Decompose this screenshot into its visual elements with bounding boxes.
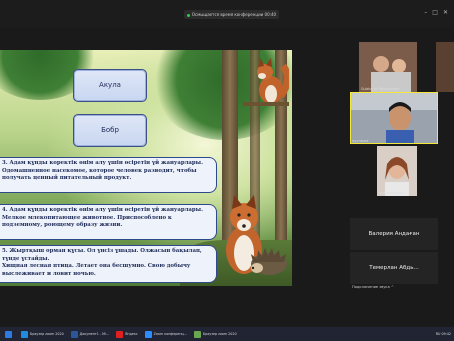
minimize-icon[interactable]: – bbox=[424, 9, 427, 16]
taskbar-item[interactable]: Браузер zoom 2020 bbox=[19, 329, 66, 339]
question-card-4[interactable]: 4. Адам құнды коректік өнім алу үшін өсі… bbox=[0, 204, 217, 240]
participant-gallery: Gulzhanat Raysakhmet мухтаров Ана Kaling… bbox=[344, 34, 454, 294]
participant-video bbox=[359, 42, 417, 92]
window-controls: – □ ✕ bbox=[419, 9, 448, 16]
word-icon bbox=[70, 330, 78, 338]
question-number: 4. bbox=[2, 207, 8, 213]
meeting-status-pill[interactable]: Осмыщается время конференции 00:40 bbox=[184, 10, 279, 19]
taskbar-item-label: Документ1 - Mi... bbox=[79, 332, 110, 336]
recording-label: Осмыщается время конференции 00:40 bbox=[191, 12, 277, 17]
browser-icon bbox=[193, 330, 201, 338]
question-ru: Одомашненное насекомое, которое человек … bbox=[2, 167, 197, 182]
participant-name: Темерлан Абдь... bbox=[369, 265, 419, 271]
question-number: 5. bbox=[2, 248, 8, 254]
audio-connect-label[interactable]: Подключение звука ^ bbox=[352, 285, 394, 289]
participant-tile[interactable]: Ана Kalinginist bbox=[377, 146, 417, 196]
recording-dot-icon bbox=[186, 13, 190, 17]
zoom-meeting-icon bbox=[144, 330, 152, 338]
close-icon[interactable]: ✕ bbox=[443, 9, 448, 16]
shared-slide: Акула Бобр 3. Адам құнды коректік өнім а… bbox=[0, 50, 292, 286]
question-kz: Адам құнды коректік өнім алу үшін өсірет… bbox=[9, 160, 203, 166]
participant-tile-partial[interactable] bbox=[436, 42, 454, 92]
participant-tile[interactable]: Gulzhanat Raysakhmet bbox=[359, 42, 417, 92]
participant-name: Валерия Андаған bbox=[368, 231, 420, 237]
hedgehog-image bbox=[251, 248, 287, 275]
windows-icon bbox=[5, 330, 12, 338]
fox-on-branch-image bbox=[243, 58, 289, 106]
system-tray-clock[interactable]: RU 09:42 bbox=[436, 332, 451, 336]
participant-video bbox=[377, 146, 417, 196]
taskbar-item-label: Браузер zoom 2020 bbox=[30, 332, 64, 336]
question-ru: Хищная лесная птица. Летает она бесшумно… bbox=[2, 263, 191, 277]
answer-card-shark[interactable]: Акула bbox=[73, 69, 147, 102]
yandex-icon bbox=[116, 330, 124, 338]
zoom-top-bar: Осмыщается время конференции 00:40 – □ ✕ bbox=[0, 0, 454, 28]
participant-name: мухтаров bbox=[352, 139, 369, 143]
active-speaker-tile[interactable]: мухтаров bbox=[350, 92, 438, 144]
zoom-icon bbox=[21, 330, 28, 338]
participant-name: Ана Kalinginist bbox=[379, 191, 404, 195]
taskbar-item-label: Яндекс bbox=[125, 332, 138, 336]
start-button[interactable] bbox=[3, 329, 16, 339]
question-ru: Мелкое млекопитающее животное. Приспособ… bbox=[2, 214, 172, 229]
taskbar-item[interactable]: Zoom конференц... bbox=[143, 329, 189, 339]
participant-name: Gulzhanat Raysakhmet bbox=[361, 87, 400, 91]
maximize-icon[interactable]: □ bbox=[432, 9, 438, 16]
participant-tile[interactable]: Валерия Андаған bbox=[350, 218, 438, 250]
answer-card-beaver[interactable]: Бобр bbox=[73, 114, 147, 147]
taskbar-item[interactable]: Браузер zoom 2020 bbox=[192, 329, 239, 339]
taskbar-item[interactable]: Яндекс bbox=[114, 329, 140, 339]
participant-video bbox=[350, 92, 438, 144]
question-kz: Адам құнды коректік өнім алу үшін өсірет… bbox=[9, 207, 203, 213]
windows-taskbar: Браузер zoom 2020 Документ1 - Mi... Янде… bbox=[0, 327, 454, 341]
question-card-3[interactable]: 3. Адам құнды коректік өнім алу үшін өсі… bbox=[0, 157, 217, 193]
taskbar-item-label: Zoom конференц... bbox=[153, 332, 187, 336]
participant-tile[interactable]: Темерлан Абдь... bbox=[350, 252, 438, 284]
taskbar-item[interactable]: Документ1 - Mi... bbox=[69, 329, 111, 339]
question-card-5[interactable]: 5. Жыртқыш орман құсы. Ол үнсіз ұшады. О… bbox=[0, 245, 217, 283]
taskbar-item-label: Браузер zoom 2020 bbox=[202, 332, 237, 336]
question-kz: Жыртқыш орман құсы. Ол үнсіз ұшады. Олжа… bbox=[2, 248, 202, 262]
question-number: 3. bbox=[2, 160, 8, 166]
